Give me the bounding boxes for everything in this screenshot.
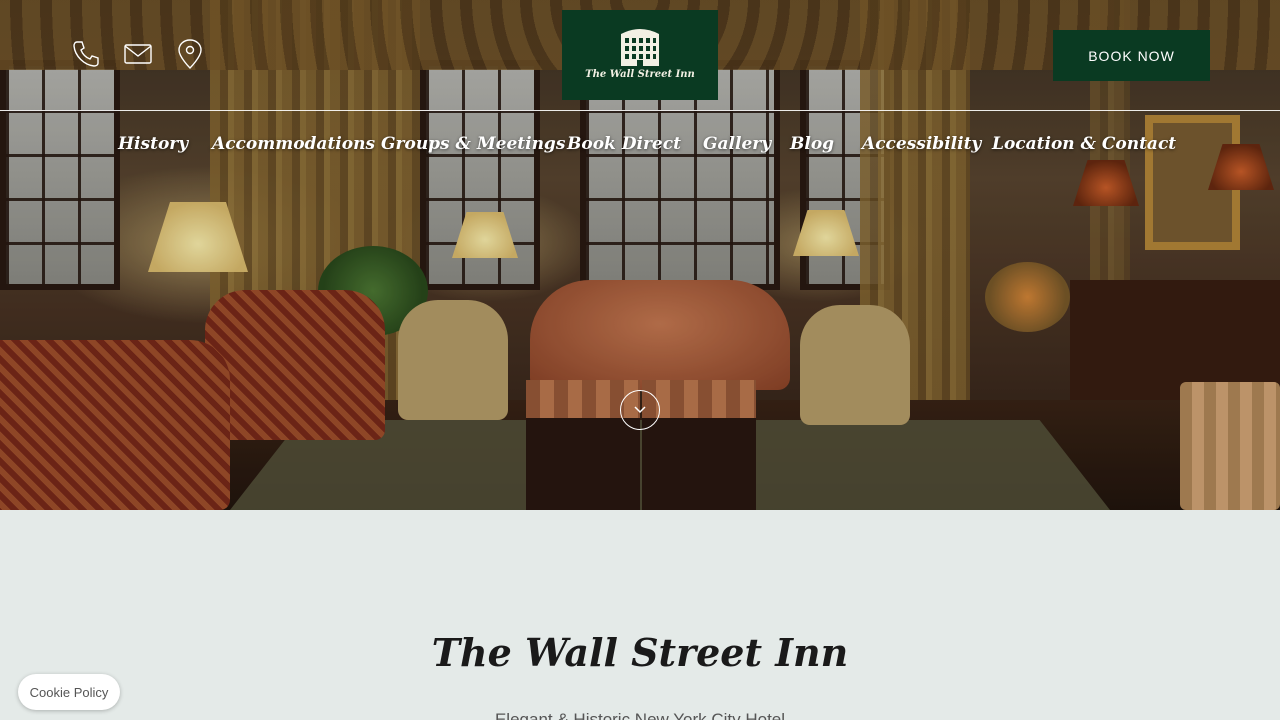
nav-item-accessibility[interactable]: Accessibility <box>862 134 981 154</box>
nav-item-book-direct[interactable]: Book Direct <box>567 134 681 154</box>
nav-item-gallery[interactable]: Gallery <box>703 134 771 154</box>
cookie-policy-button[interactable]: Cookie Policy <box>18 674 120 710</box>
phone-icon[interactable] <box>70 38 102 70</box>
nav-item-history[interactable]: History <box>118 134 188 154</box>
main-nav: History Accommodations Groups & Meetings… <box>0 134 1280 162</box>
book-now-button[interactable]: BOOK NOW <box>1053 30 1210 81</box>
nav-item-groups-meetings[interactable]: Groups & Meetings <box>381 134 565 154</box>
nav-item-location-contact[interactable]: Location & Contact <box>992 134 1176 154</box>
building-icon <box>621 29 659 66</box>
header-divider <box>0 110 1280 111</box>
page-subtitle: Elegant & Historic New York City Hotel <box>494 710 786 720</box>
nav-item-accommodations[interactable]: Accommodations <box>212 134 375 154</box>
logo-text: The Wall Street Inn <box>585 69 695 80</box>
mail-icon[interactable] <box>122 38 154 70</box>
page-title: The Wall Street Inn <box>431 630 849 675</box>
intro-section: The Wall Street Inn Elegant & Historic N… <box>0 510 1280 720</box>
nav-item-blog[interactable]: Blog <box>790 134 834 154</box>
location-icon[interactable] <box>174 38 206 70</box>
logo[interactable]: The Wall Street Inn <box>562 10 718 100</box>
scroll-down-button[interactable] <box>620 390 660 430</box>
chevron-down-icon <box>634 406 646 414</box>
